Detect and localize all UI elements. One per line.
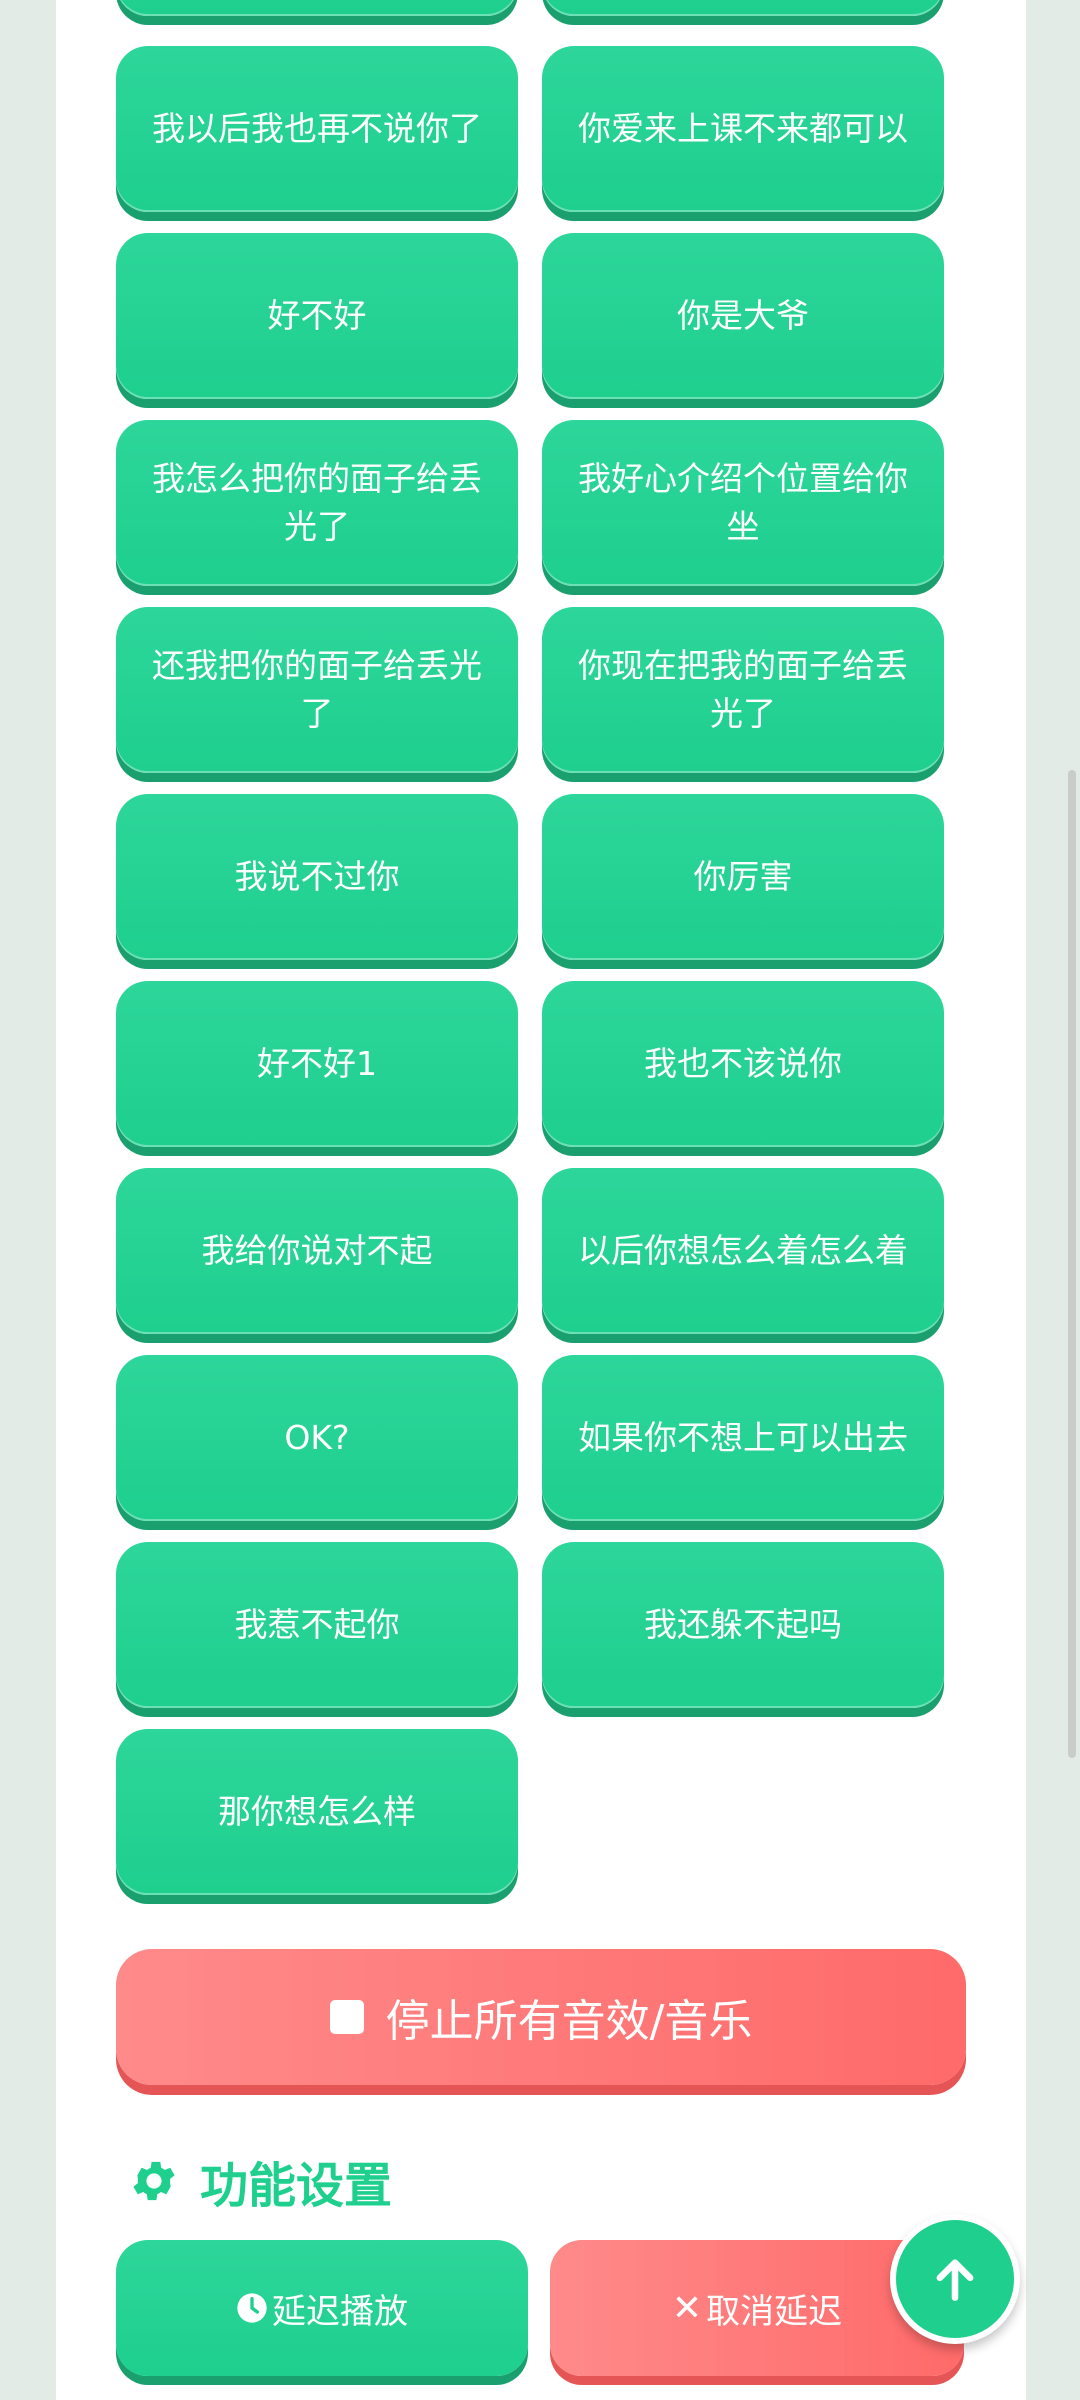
sound-button-label: 我以后我也再不说你了 xyxy=(152,109,482,148)
sound-button-label: 好不好 xyxy=(267,296,367,335)
sound-button-label: 我给你说对不起 xyxy=(201,1231,433,1270)
clock-icon xyxy=(237,2293,267,2323)
sound-button-label: 我惹不起你 xyxy=(234,1605,400,1644)
settings-title: 功能设置 xyxy=(200,2158,393,2214)
sound-button[interactable]: 我还躲不起吗 xyxy=(542,1542,944,1708)
sound-button[interactable]: 我说不过你 xyxy=(116,794,518,960)
sound-button[interactable]: 我给你说对不起 xyxy=(116,1168,518,1334)
sound-button-label: 好不好1 xyxy=(257,1044,377,1083)
sound-button[interactable]: 你厉害 xyxy=(542,794,944,960)
stop-all-button[interactable]: 停止所有音效/音乐 xyxy=(116,1949,966,2085)
sound-button-label: 还我把你的面子给丢光了 xyxy=(152,646,482,733)
delay-play-button[interactable]: 延迟播放 xyxy=(116,2240,528,2376)
sound-button-label: 你现在把我的面子给丢光了 xyxy=(578,646,908,733)
sound-button-partial[interactable] xyxy=(116,0,518,16)
sound-button[interactable]: 你是大爷 xyxy=(542,233,944,399)
sound-button-label: 我好心介绍个位置给你坐 xyxy=(578,459,908,546)
sound-button[interactable]: 我以后我也再不说你了 xyxy=(116,46,518,212)
sound-button-label: 你爱来上课不来都可以 xyxy=(578,109,908,148)
sound-button-label: 我怎么把你的面子给丢光了 xyxy=(152,459,482,546)
settings-section-title: 功能设置 xyxy=(128,2146,392,2216)
sound-button[interactable]: 如果你不想上可以出去 xyxy=(542,1355,944,1521)
scroll-top-button[interactable] xyxy=(890,2214,1020,2344)
sound-button[interactable]: 我也不该说你 xyxy=(542,981,944,1147)
gear-icon xyxy=(133,2161,175,2201)
sound-button-label: 你厉害 xyxy=(693,857,793,896)
sound-button-label: 我说不过你 xyxy=(234,857,400,896)
sound-button[interactable]: OK? xyxy=(116,1355,518,1521)
sound-button-label: 你是大爷 xyxy=(677,296,809,335)
sound-button-label: 如果你不想上可以出去 xyxy=(578,1418,908,1457)
sound-button[interactable]: 我惹不起你 xyxy=(116,1542,518,1708)
sound-button[interactable]: 还我把你的面子给丢光了 xyxy=(116,607,518,773)
sound-button[interactable]: 你现在把我的面子给丢光了 xyxy=(542,607,944,773)
close-icon: ✕ xyxy=(671,2287,703,2329)
sound-button[interactable]: 好不好1 xyxy=(116,981,518,1147)
sound-button[interactable]: 你爱来上课不来都可以 xyxy=(542,46,944,212)
sound-button[interactable]: 那你想怎么样 xyxy=(116,1729,518,1895)
sound-button[interactable]: 我好心介绍个位置给你坐 xyxy=(542,420,944,586)
sound-button-partial[interactable] xyxy=(542,0,944,16)
sound-button-label: 我也不该说你 xyxy=(644,1044,842,1083)
arrow-up-icon xyxy=(936,2259,974,2301)
sound-button-label: 我还躲不起吗 xyxy=(644,1605,842,1644)
cancel-delay-label: 取消延迟 xyxy=(706,2291,843,2332)
sound-button[interactable]: 以后你想怎么着怎么着 xyxy=(542,1168,944,1334)
sound-button[interactable]: 好不好 xyxy=(116,233,518,399)
stop-square-icon xyxy=(329,2000,364,2034)
scrollbar[interactable] xyxy=(1068,770,1076,1758)
stop-all-label: 停止所有音效/音乐 xyxy=(385,1996,753,2047)
sound-button[interactable]: 我怎么把你的面子给丢光了 xyxy=(116,420,518,586)
sound-button-label: 那你想怎么样 xyxy=(218,1792,416,1831)
sound-button-label: 以后你想怎么着怎么着 xyxy=(578,1231,908,1270)
delay-play-label: 延迟播放 xyxy=(272,2291,408,2332)
sound-button-label: OK? xyxy=(284,1418,350,1457)
